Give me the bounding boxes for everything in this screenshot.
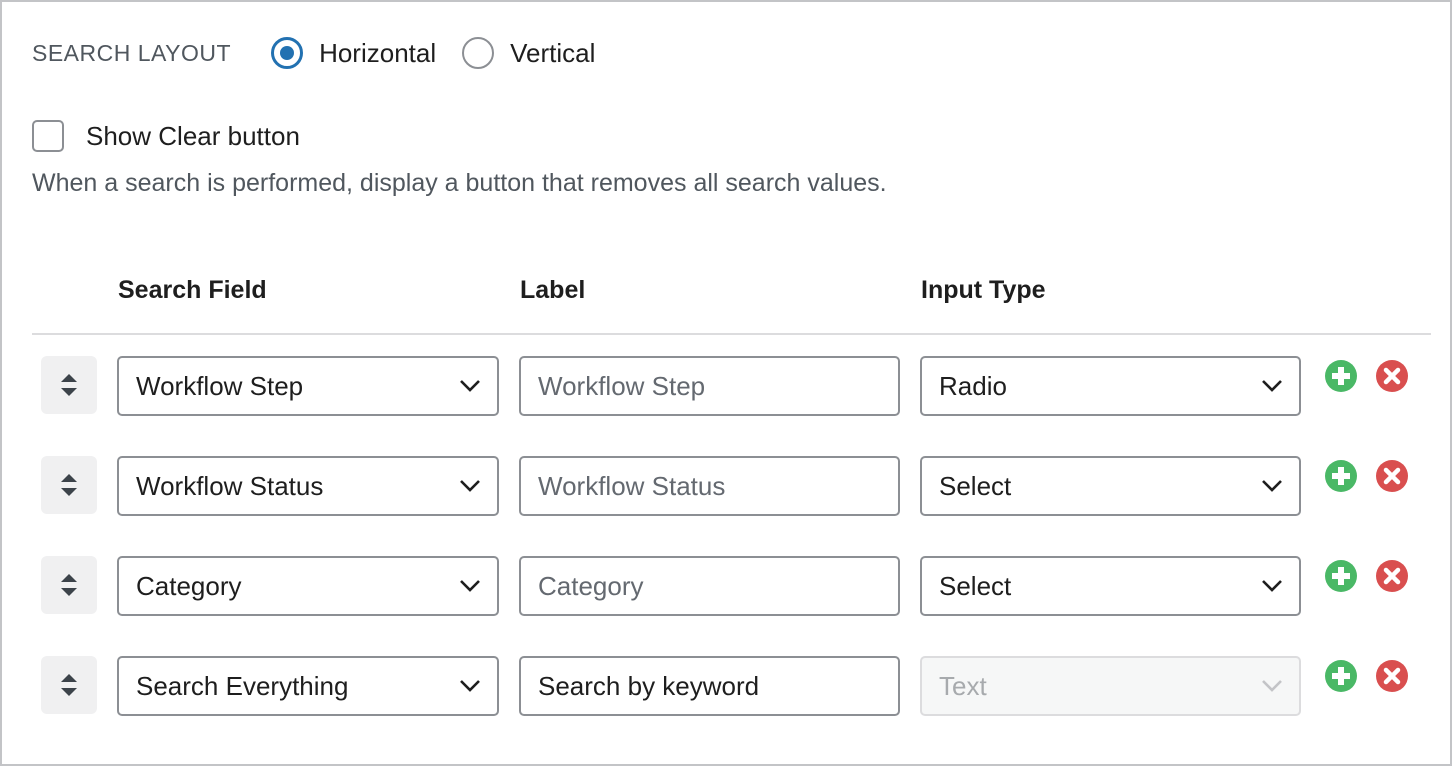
input-type-value: Select	[939, 570, 1012, 601]
header-label: Label	[520, 276, 586, 304]
chevron-down-icon	[460, 480, 480, 492]
header-divider	[32, 333, 1431, 335]
remove-circle-icon[interactable]	[1375, 659, 1409, 693]
input-type-value: Radio	[939, 370, 1007, 401]
show-clear-row[interactable]: Show Clear button	[32, 118, 300, 154]
chevron-down-icon	[1262, 680, 1282, 692]
search-field-select[interactable]: Category	[117, 556, 499, 616]
label-input[interactable]: Category	[519, 556, 900, 616]
remove-circle-icon[interactable]	[1375, 359, 1409, 393]
input-type-value: Select	[939, 470, 1012, 501]
search-field-value: Search Everything	[136, 670, 349, 701]
search-field-value: Workflow Step	[136, 370, 304, 401]
chevron-down-icon	[460, 680, 480, 692]
show-clear-checkbox[interactable]	[32, 120, 64, 152]
search-layout-label: SEARCH LAYOUT	[32, 39, 232, 66]
header-search-field: Search Field	[118, 276, 267, 304]
search-field-select[interactable]: Workflow Status	[117, 456, 499, 516]
input-type-select[interactable]: Radio	[920, 356, 1301, 416]
label-input[interactable]: Workflow Status	[519, 456, 900, 516]
label-input[interactable]: Workflow Step	[519, 356, 900, 416]
search-layout-row: SEARCH LAYOUT Horizontal Vertical	[32, 32, 621, 74]
layout-vertical-radio[interactable]	[462, 37, 495, 69]
chevron-down-icon	[1262, 580, 1282, 592]
input-type-select[interactable]: Select	[920, 456, 1301, 516]
layout-horizontal-radio[interactable]	[271, 37, 304, 69]
table-row: Workflow Step Workflow Step Radio	[2, 356, 1452, 416]
search-settings-panel: SEARCH LAYOUT Horizontal Vertical Show C…	[0, 0, 1452, 766]
add-circle-icon[interactable]	[1324, 459, 1358, 493]
remove-circle-icon[interactable]	[1375, 459, 1409, 493]
input-type-select[interactable]: Select	[920, 556, 1301, 616]
chevron-down-icon	[1262, 480, 1282, 492]
chevron-down-icon	[460, 380, 480, 392]
label-placeholder: Workflow Step	[538, 370, 706, 401]
layout-vertical-option[interactable]: Vertical	[462, 37, 595, 69]
show-clear-description: When a search is performed, display a bu…	[32, 169, 887, 197]
label-placeholder: Category	[538, 570, 644, 601]
remove-circle-icon[interactable]	[1375, 559, 1409, 593]
search-field-value: Workflow Status	[136, 470, 324, 501]
layout-horizontal-label: Horizontal	[319, 37, 437, 68]
chevron-down-icon	[1262, 380, 1282, 392]
sort-handle-icon[interactable]	[41, 456, 97, 514]
input-type-select: Text	[920, 656, 1301, 716]
search-field-select[interactable]: Workflow Step	[117, 356, 499, 416]
table-row: Workflow Status Workflow Status Select	[2, 456, 1452, 516]
header-input-type: Input Type	[921, 276, 1046, 304]
layout-horizontal-option[interactable]: Horizontal	[271, 37, 436, 69]
input-type-value: Text	[939, 670, 987, 701]
add-circle-icon[interactable]	[1324, 559, 1358, 593]
label-value: Search by keyword	[538, 670, 760, 701]
add-circle-icon[interactable]	[1324, 359, 1358, 393]
sort-handle-icon[interactable]	[41, 656, 97, 714]
search-field-value: Category	[136, 570, 242, 601]
table-row: Category Category Select	[2, 556, 1452, 616]
sort-handle-icon[interactable]	[41, 356, 97, 414]
chevron-down-icon	[460, 580, 480, 592]
add-circle-icon[interactable]	[1324, 659, 1358, 693]
show-clear-label: Show Clear button	[86, 120, 300, 151]
layout-vertical-label: Vertical	[510, 37, 596, 68]
sort-handle-icon[interactable]	[41, 556, 97, 614]
label-input[interactable]: Search by keyword	[519, 656, 900, 716]
table-row: Search Everything Search by keyword Text	[2, 656, 1452, 716]
search-field-select[interactable]: Search Everything	[117, 656, 499, 716]
label-placeholder: Workflow Status	[538, 470, 726, 501]
